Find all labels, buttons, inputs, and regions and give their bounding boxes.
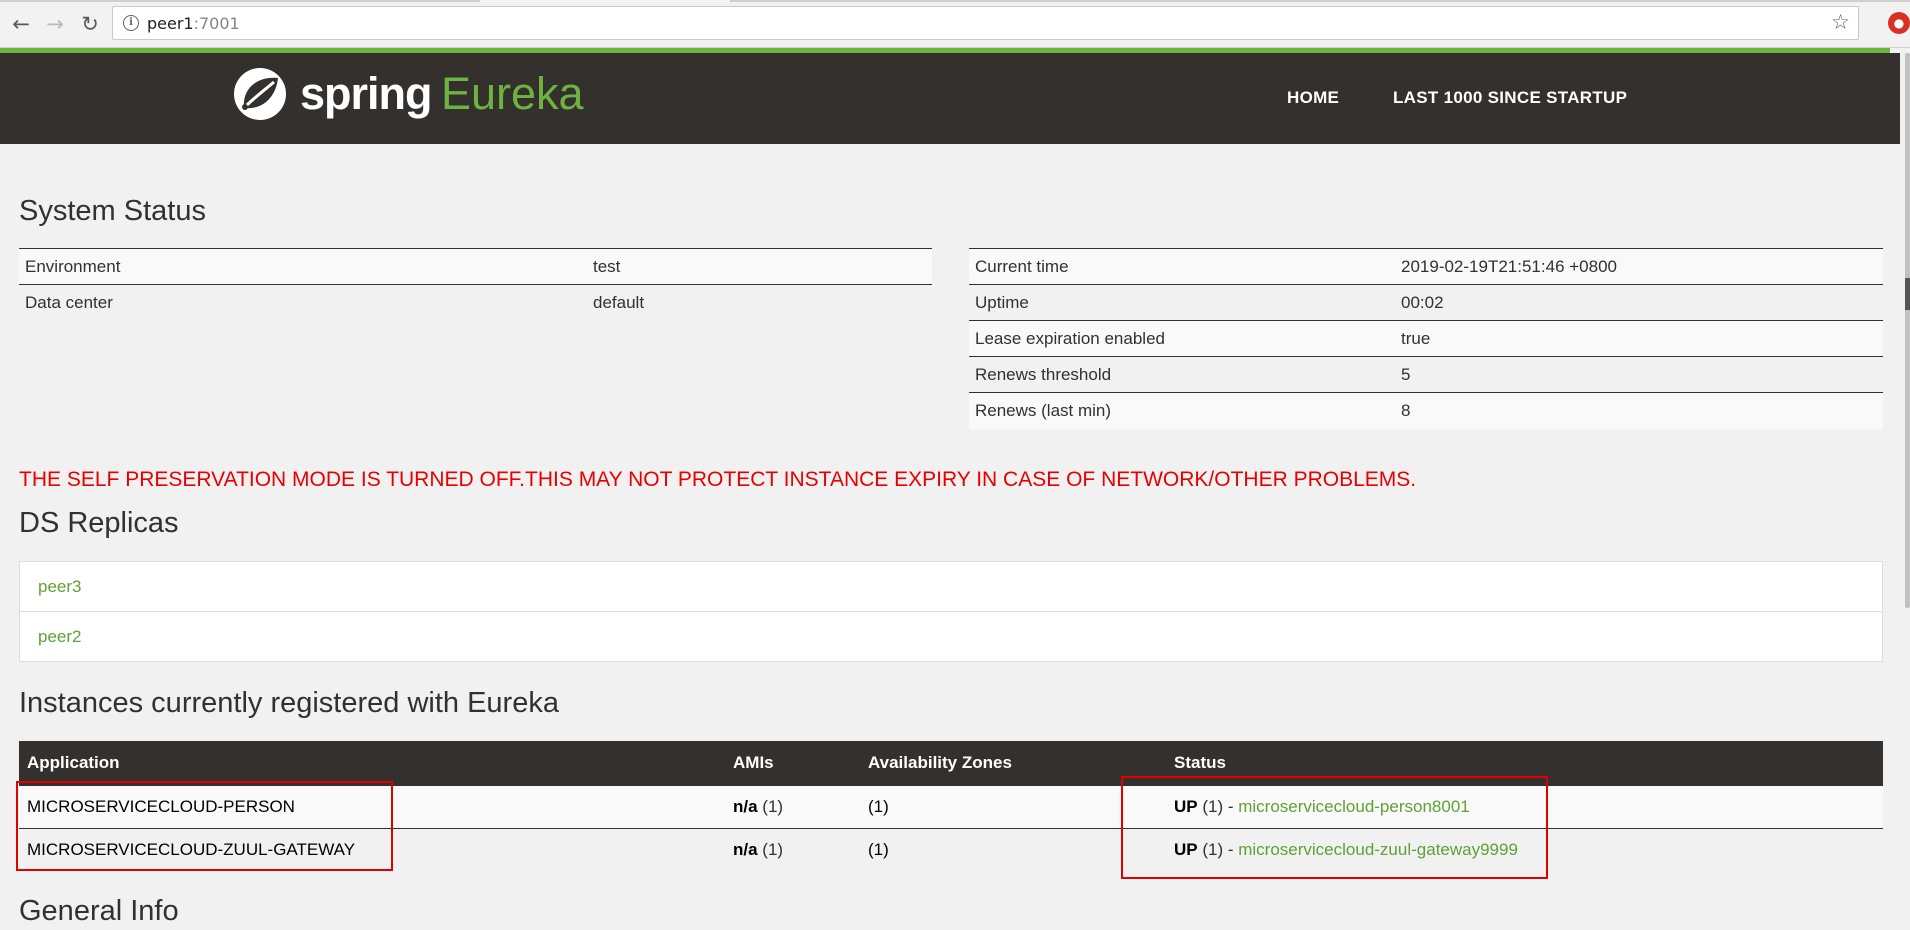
kv-value: 5: [1395, 356, 1883, 393]
url-text[interactable]: peer1:7001: [147, 14, 240, 33]
table-row: MICROSERVICECLOUD-PERSON n/a (1) (1) UP …: [19, 784, 1883, 828]
address-bar[interactable]: i peer1:7001 ☆: [112, 6, 1859, 40]
status-up: UP: [1174, 796, 1198, 816]
kv-key: Data center: [19, 284, 587, 321]
reload-icon[interactable]: ↻: [77, 11, 103, 37]
column-header-amis: AMIs: [725, 741, 860, 785]
self-preservation-warning: THE SELF PRESERVATION MODE IS TURNED OFF…: [19, 468, 1417, 491]
zones-cell: (1): [860, 827, 1166, 871]
url-port: :7001: [193, 14, 240, 33]
kv-value: true: [1395, 320, 1883, 357]
replica-link-peer2[interactable]: peer2: [20, 612, 1882, 661]
system-status-title: System Status: [19, 195, 206, 227]
extension-icon[interactable]: ●: [1888, 12, 1910, 34]
kv-key: Uptime: [969, 284, 1395, 321]
spring-leaf-logo-icon[interactable]: [232, 66, 288, 122]
status-cell: UP (1) - microservicecloud-person8001: [1166, 784, 1883, 828]
brand-spring[interactable]: spring: [300, 67, 433, 121]
page-scrollbar-thumb[interactable]: [1905, 53, 1910, 608]
kv-key: Lease expiration enabled: [969, 320, 1395, 357]
forward-icon[interactable]: →: [42, 11, 68, 37]
url-host: peer1: [147, 14, 194, 33]
system-status-right-table: Current time 2019-02-19T21:51:46 +0800 U…: [969, 248, 1883, 429]
column-header-availability-zones: Availability Zones: [860, 741, 1166, 785]
column-header-application: Application: [19, 741, 725, 785]
bookmark-star-icon[interactable]: ☆: [1831, 10, 1850, 34]
table-row: Renews (last min) 8: [969, 392, 1883, 429]
table-row: MICROSERVICECLOUD-ZUUL-GATEWAY n/a (1) (…: [19, 827, 1883, 871]
browser-toolbar: ← → ↻ i peer1:7001 ☆ ●: [0, 0, 1910, 48]
column-header-status: Status: [1166, 741, 1883, 785]
status-count: (1) -: [1197, 839, 1239, 859]
eureka-navbar: spring Eureka HOME LAST 1000 SINCE START…: [0, 53, 1900, 144]
kv-key: Current time: [969, 248, 1395, 285]
kv-value: test: [587, 248, 932, 285]
status-cell: UP (1) - microservicecloud-zuul-gateway9…: [1166, 827, 1883, 871]
ds-replicas-list: peer3 peer2: [19, 561, 1883, 662]
amis-cell: n/a (1): [725, 827, 860, 871]
brand-eureka[interactable]: Eureka: [441, 67, 584, 121]
table-row: Data center default: [19, 284, 932, 321]
kv-key: Renews (last min): [969, 392, 1395, 429]
status-up: UP: [1174, 839, 1198, 859]
back-icon[interactable]: ←: [8, 11, 34, 37]
zones-cell: (1): [860, 784, 1166, 828]
kv-value: 8: [1395, 392, 1883, 429]
instance-link[interactable]: microservicecloud-person8001: [1238, 797, 1470, 816]
tab-strip-edge: [730, 0, 1910, 2]
amis-na: n/a: [733, 839, 758, 859]
amis-na: n/a: [733, 796, 758, 816]
instances-table: Application AMIs Availability Zones Stat…: [19, 741, 1883, 871]
amis-count: (1): [757, 796, 784, 816]
kv-value: 2019-02-19T21:51:46 +0800: [1395, 248, 1883, 285]
kv-key: Renews threshold: [969, 356, 1395, 393]
kv-key: Environment: [19, 248, 587, 285]
kv-value: 00:02: [1395, 284, 1883, 321]
system-status-left-table: Environment test Data center default: [19, 248, 932, 321]
instances-title: Instances currently registered with Eure…: [19, 687, 559, 719]
amis-count: (1): [757, 839, 784, 859]
application-name: MICROSERVICECLOUD-ZUUL-GATEWAY: [19, 827, 725, 871]
info-icon[interactable]: i: [123, 15, 139, 31]
nav-home-link[interactable]: HOME: [1287, 87, 1339, 109]
general-info-title: General Info: [19, 895, 179, 927]
ds-replicas-title: DS Replicas: [19, 507, 179, 539]
kv-value: default: [587, 284, 932, 321]
table-row: Current time 2019-02-19T21:51:46 +0800: [969, 248, 1883, 285]
table-row: Environment test: [19, 248, 932, 285]
table-row: Uptime 00:02: [969, 284, 1883, 321]
amis-cell: n/a (1): [725, 784, 860, 828]
table-row: Renews threshold 5: [969, 356, 1883, 393]
application-name: MICROSERVICECLOUD-PERSON: [19, 784, 725, 828]
page-scrollbar-marker: [1905, 278, 1910, 310]
status-count: (1) -: [1197, 796, 1239, 816]
nav-last1000-link[interactable]: LAST 1000 SINCE STARTUP: [1393, 87, 1627, 109]
tab-strip-edge: [0, 0, 480, 2]
replica-link-peer3[interactable]: peer3: [20, 562, 1882, 612]
table-row: Lease expiration enabled true: [969, 320, 1883, 357]
instance-link[interactable]: microservicecloud-zuul-gateway9999: [1238, 840, 1518, 859]
table-header-row: Application AMIs Availability Zones Stat…: [19, 741, 1883, 785]
